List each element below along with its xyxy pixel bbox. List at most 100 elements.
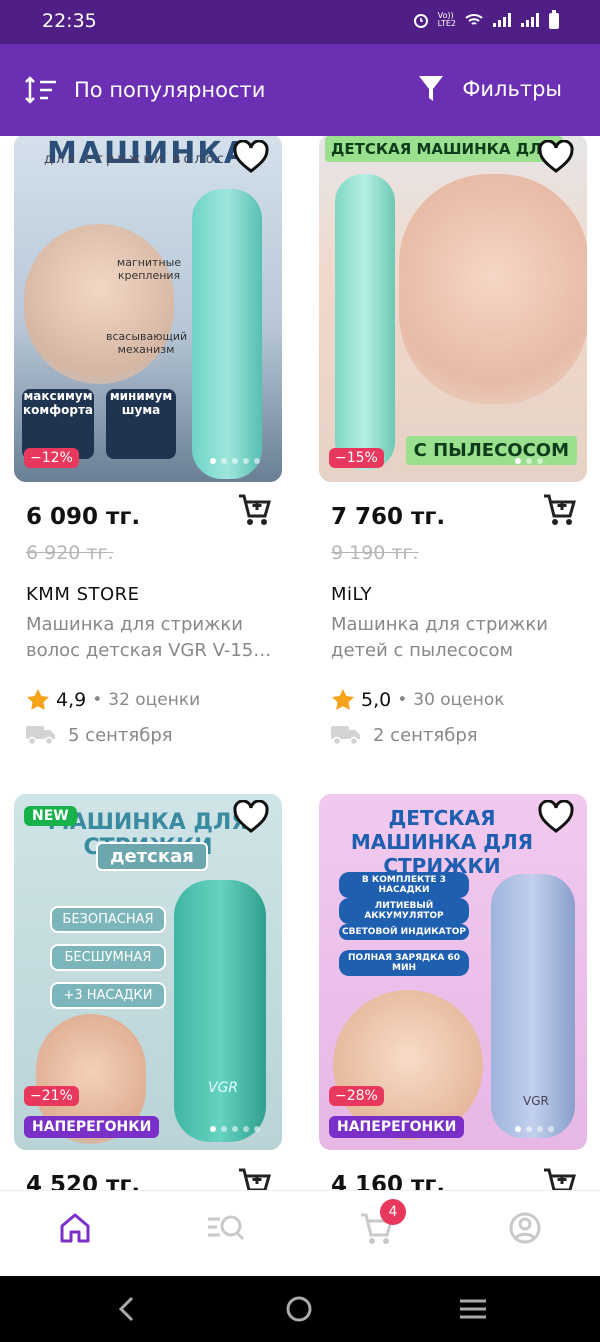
product-rating: 4,9 • 32 оценки <box>26 688 200 712</box>
rating-value: 5,0 <box>361 689 392 711</box>
favorite-button[interactable] <box>537 139 575 178</box>
alarm-icon <box>413 14 428 28</box>
circle-home-icon <box>286 1296 312 1322</box>
image-tile: минимум шума <box>106 389 176 459</box>
cart-icon <box>239 494 271 525</box>
sort-icon <box>25 76 56 104</box>
wifi-icon <box>465 14 483 25</box>
nav-home[interactable] <box>58 1211 92 1249</box>
image-pager <box>515 1126 554 1132</box>
discount-badge: −21% <box>24 1086 79 1106</box>
filter-icon <box>419 76 444 101</box>
delivery-date: 5 сентября <box>68 724 173 746</box>
favorite-button[interactable] <box>537 799 575 838</box>
image-tile: БЕЗОПАСНАЯ <box>50 906 166 933</box>
signal-icon <box>493 13 511 27</box>
reviews-count: 32 оценки <box>108 690 201 710</box>
image-tile: БЕСШУМНАЯ <box>50 944 166 971</box>
discount-badge: −28% <box>329 1086 384 1106</box>
home-icon <box>60 1213 90 1243</box>
image-tile: СВЕТОВОЙ ИНДИКАТОР <box>339 924 469 940</box>
brand-logo: VGR <box>208 1080 239 1096</box>
image-tile: В КОМПЛЕКТЕ 3 НАСАДКИ <box>339 872 469 898</box>
clipper-device <box>174 880 266 1142</box>
product-image[interactable]: ДЕТСКАЯ МАШИНКА ДЛЯ СТРИЖКИ В КОМПЛЕКТЕ … <box>319 794 587 1150</box>
reviews-count: 30 оценок <box>413 690 505 710</box>
star-icon <box>332 689 354 710</box>
product-image[interactable]: МАШИНКА ДЛЯ СТРИЖКИ детская БЕЗОПАСНАЯ Б… <box>14 794 282 1150</box>
image-tile: ЛИТИЕВЫЙ АККУМУЛЯТОР <box>339 898 469 924</box>
catalog-icon <box>208 1215 245 1241</box>
delivery-info: 5 сентября <box>26 724 173 746</box>
heart-icon <box>538 139 574 173</box>
system-navigation <box>0 1276 600 1342</box>
seller-name[interactable]: MiLY <box>331 584 372 605</box>
brand-logo: VGR <box>523 1094 549 1108</box>
filter-label: Фильтры <box>462 77 562 101</box>
image-tile: всасывающий механизм <box>106 330 188 356</box>
cart-badge: 4 <box>380 1199 406 1225</box>
delivery-info: 2 сентября <box>331 724 478 746</box>
sort-label: По популярности <box>74 78 266 102</box>
recents-button[interactable] <box>456 1294 490 1328</box>
baby-photo <box>24 224 174 384</box>
clipper-device <box>192 189 262 479</box>
seller-name[interactable]: KMM STORE <box>26 584 140 605</box>
image-title: ДЕТСКАЯ МАШИНКА ДЛЯ СТРИЖ <box>325 136 563 162</box>
rating-value: 4,9 <box>56 689 87 711</box>
product-price: 4 160 тг. <box>331 1172 446 1190</box>
filter-button[interactable]: Фильтры <box>418 74 562 104</box>
add-to-cart-button[interactable] <box>541 1166 577 1190</box>
sort-button[interactable]: По популярности <box>24 74 265 106</box>
product-rating: 5,0 • 30 оценок <box>331 688 505 712</box>
product-title[interactable]: Машинка для стрижки волос детская VGR V-… <box>26 612 276 664</box>
favorite-button[interactable] <box>232 799 270 838</box>
product-grid: МАШИНКА для стрижки волос магнитные креп… <box>0 136 600 1190</box>
nav-catalog[interactable] <box>206 1211 246 1249</box>
nav-profile[interactable] <box>508 1211 542 1249</box>
image-pager <box>210 458 260 464</box>
menu-icon <box>460 1299 486 1319</box>
product-price: 6 090 тг. <box>26 504 141 530</box>
image-footer: С ПЫЛЕСОСОМ <box>405 436 577 465</box>
add-to-cart-button[interactable] <box>541 492 577 532</box>
baby-photo <box>399 174 587 404</box>
nav-cart[interactable]: 4 <box>358 1199 406 1251</box>
heart-icon <box>233 799 269 833</box>
image-subtitle: детская <box>96 842 208 871</box>
promo-badge: НАПЕРЕГОНКИ <box>329 1116 465 1138</box>
add-to-cart-button[interactable] <box>236 492 272 532</box>
image-tile: магнитные крепления <box>116 256 182 282</box>
favorite-button[interactable] <box>232 139 270 178</box>
promo-badge: НАПЕРЕГОНКИ <box>24 1116 160 1138</box>
truck-icon <box>26 726 55 746</box>
image-tile: +3 НАСАДКИ <box>50 982 166 1009</box>
signal-icon <box>521 13 539 27</box>
volte-icon: Vo)) LTE2 <box>437 11 456 28</box>
image-title: ДЕТСКАЯ МАШИНКА ДЛЯ СТРИЖКИ <box>350 806 534 878</box>
discount-badge: −15% <box>329 448 384 468</box>
new-badge: NEW <box>24 806 77 826</box>
bottom-navigation: 4 <box>0 1190 600 1277</box>
old-price: 9 190 тг. <box>331 542 419 564</box>
star-icon <box>27 689 49 710</box>
home-system-button[interactable] <box>284 1294 314 1328</box>
cart-icon <box>544 494 576 525</box>
toolbar: По популярности Фильтры <box>0 44 600 136</box>
truck-icon <box>331 726 360 746</box>
product-title[interactable]: Машинка для стрижки детей с пылесосом <box>331 612 581 664</box>
back-button[interactable] <box>112 1294 142 1328</box>
product-image[interactable]: ДЕТСКАЯ МАШИНКА ДЛЯ СТРИЖ С ПЫЛЕСОСОМ −1… <box>319 136 587 482</box>
back-icon <box>118 1296 134 1322</box>
battery-icon <box>549 10 559 29</box>
add-to-cart-button[interactable] <box>236 1166 272 1190</box>
profile-icon <box>509 1212 541 1244</box>
rating-separator: • <box>92 690 103 710</box>
image-pager <box>515 458 543 464</box>
cart-icon <box>544 1168 576 1190</box>
image-subtitle: для стрижки волос <box>44 152 227 167</box>
product-image[interactable]: МАШИНКА для стрижки волос магнитные креп… <box>14 136 282 482</box>
image-tile: ПОЛНАЯ ЗАРЯДКА 60 МИН <box>339 950 469 976</box>
discount-badge: −12% <box>24 448 79 468</box>
status-bar: 22:35 Vo)) LTE2 <box>0 0 600 44</box>
